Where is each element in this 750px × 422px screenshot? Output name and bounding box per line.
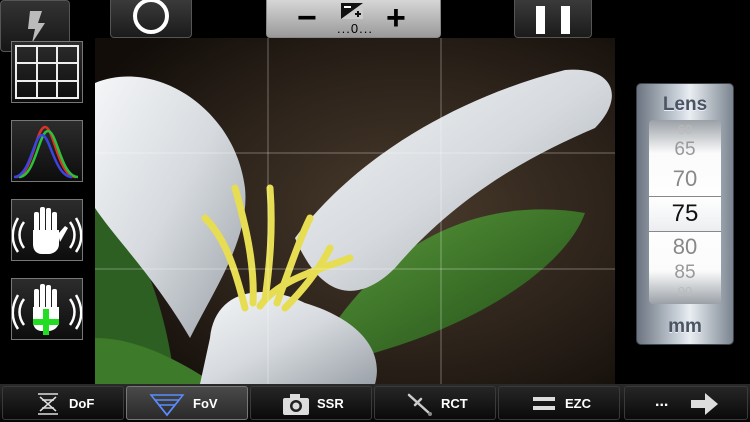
exposure-compensation-icon xyxy=(341,3,363,19)
exposure-decrease-button[interactable]: − xyxy=(297,1,317,35)
exposure-increase-button[interactable]: + xyxy=(386,1,406,35)
lens-panel: Lens 60 65 70 75 80 85 90 mm xyxy=(636,83,734,345)
lens-unit: mm xyxy=(668,316,702,337)
field-of-view-icon xyxy=(149,394,185,417)
tab-ezc[interactable]: EZC xyxy=(498,386,620,420)
depth-of-field-icon xyxy=(38,393,58,415)
focal-length-picker[interactable]: 60 65 70 75 80 85 90 xyxy=(649,120,721,304)
focal-length-option[interactable]: 60 xyxy=(649,122,721,137)
hand-shake-add-icon xyxy=(11,284,83,335)
focal-length-option[interactable]: 85 xyxy=(649,262,721,284)
record-button[interactable] xyxy=(110,0,192,38)
camera-icon xyxy=(283,394,309,415)
viewfinder-photo[interactable] xyxy=(95,38,615,384)
flower-photo xyxy=(95,38,615,384)
more-label: ... xyxy=(655,393,669,410)
tab-ezc-label: EZC xyxy=(565,396,591,411)
focal-length-option[interactable]: 90 xyxy=(649,284,721,299)
equals-icon xyxy=(533,397,555,410)
stabilizer-button[interactable] xyxy=(11,199,83,261)
bottom-toolbar: DoF FoV SSR RCT EZC ... xyxy=(0,384,750,422)
tab-fov-label: FoV xyxy=(193,396,218,411)
exposure-control: − ...0... + xyxy=(266,0,441,38)
hand-shake-icon xyxy=(11,207,83,254)
pause-bar-icon xyxy=(536,6,545,34)
tab-rct-label: RCT xyxy=(441,396,468,411)
pen-icon xyxy=(407,393,432,416)
arrow-right-icon xyxy=(691,393,718,415)
tab-fov[interactable]: FoV xyxy=(126,386,248,420)
tab-dof-label: DoF xyxy=(69,396,95,411)
lens-title: Lens xyxy=(662,94,708,115)
focal-length-option[interactable]: 70 xyxy=(649,166,721,192)
exposure-value: ...0... xyxy=(337,21,373,36)
add-stabilizer-button[interactable] xyxy=(11,278,83,340)
focal-length-option[interactable]: 65 xyxy=(649,139,721,161)
grid-toggle-button[interactable] xyxy=(11,41,83,103)
histogram-icon xyxy=(13,125,79,179)
tab-dof[interactable]: DoF xyxy=(2,386,124,420)
more-button[interactable]: ... xyxy=(624,386,748,420)
focal-length-option[interactable]: 80 xyxy=(649,234,721,260)
record-circle-icon xyxy=(133,0,169,34)
pause-button[interactable] xyxy=(514,0,592,38)
tab-ssr-label: SSR xyxy=(317,396,344,411)
pause-bar-icon xyxy=(561,6,570,34)
tab-rct[interactable]: RCT xyxy=(374,386,496,420)
grid-icon xyxy=(15,45,79,99)
focal-length-selected[interactable]: 75 xyxy=(649,200,721,228)
tab-ssr[interactable]: SSR xyxy=(250,386,372,420)
histogram-button[interactable] xyxy=(11,120,83,182)
